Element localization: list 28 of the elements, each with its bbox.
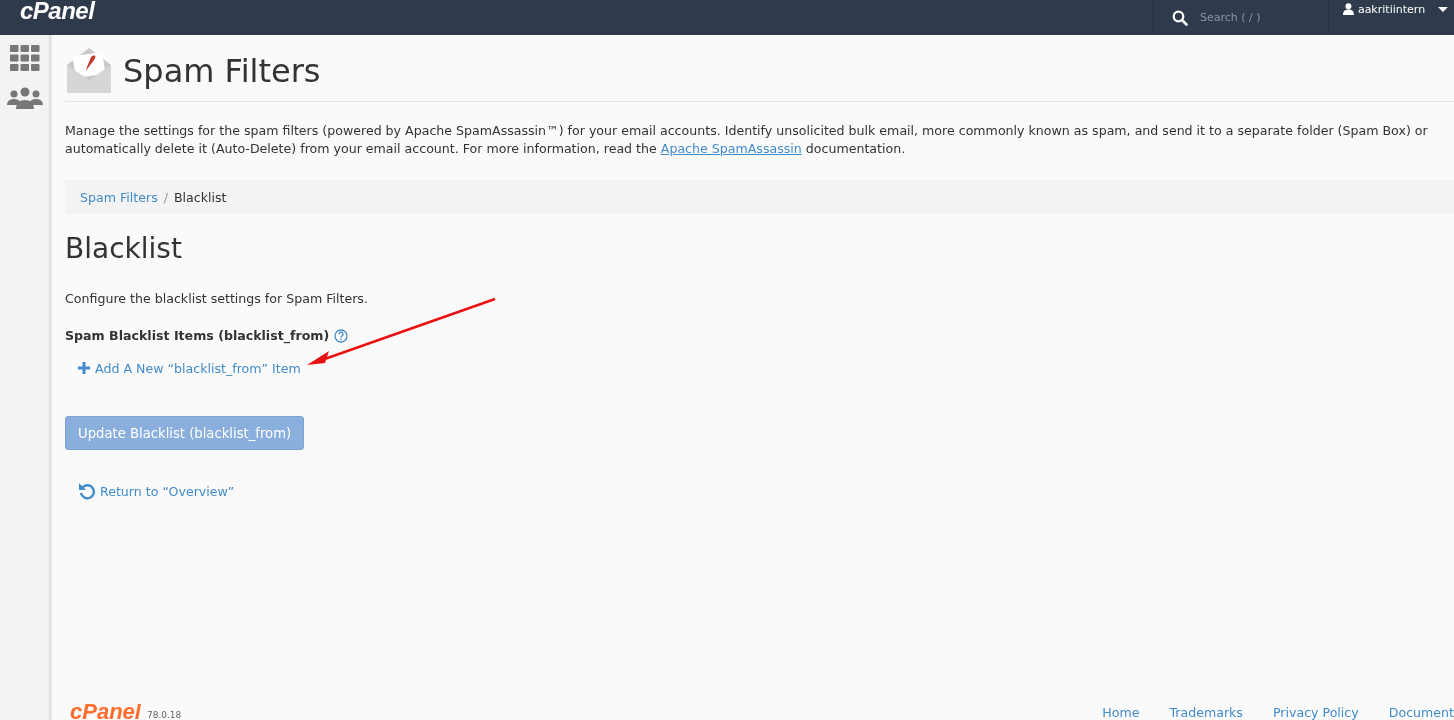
breadcrumb-link[interactable]: Spam Filters [80,189,158,205]
footer-link[interactable]: Trademarks [1169,706,1243,720]
cpanel-logo[interactable]: cPanel [20,0,95,25]
footer-link[interactable]: Home [1102,706,1140,720]
grid-icon[interactable] [9,45,40,71]
intro-text: Configure the blacklist settings for Spam Filters. [65,291,369,306]
search-icon [1172,9,1188,26]
user-icon [1343,3,1354,15]
spamassassin-link[interactable]: Apache SpamAssassin [660,141,802,156]
add-item-link[interactable]: Add A New “blacklist_from” Item [78,360,301,376]
section-title: Blacklist [65,232,183,265]
users-icon[interactable] [6,87,43,109]
caret-icon [1438,7,1448,13]
breadcrumb-current: Blacklist [174,189,227,205]
field-label: Spam Blacklist Items (blacklist_from) [65,328,330,343]
description-paragraph: Manage the settings for the spam filters (powered by Apache SpamAssassin™) for your email accounts. Identify unsolicited bulk email, more commonly known as spam, and send it to a separate folder (Spam Box) or automatically delete it (Auto-Delete) from your email account. For more information, read the Apache SpamAssassin documentation. [65,122,1429,158]
envelope-feather-icon [65,47,113,95]
search-field[interactable]: Search ( / ) [1198,10,1322,25]
page-title: Spam Filters [123,52,321,90]
undo-icon [78,482,96,500]
return-link[interactable]: Return to “Overview” [78,482,235,500]
breadcrumb-separator: / [163,189,168,205]
version-text: 78.0.18 [146,710,182,720]
plus-icon [78,362,90,374]
help-icon[interactable] [334,328,349,343]
user-menu[interactable]: aakritiintern [1328,0,1454,35]
footer-link[interactable]: Privacy Policy [1272,706,1359,720]
footer-link[interactable]: Document [1388,706,1454,720]
